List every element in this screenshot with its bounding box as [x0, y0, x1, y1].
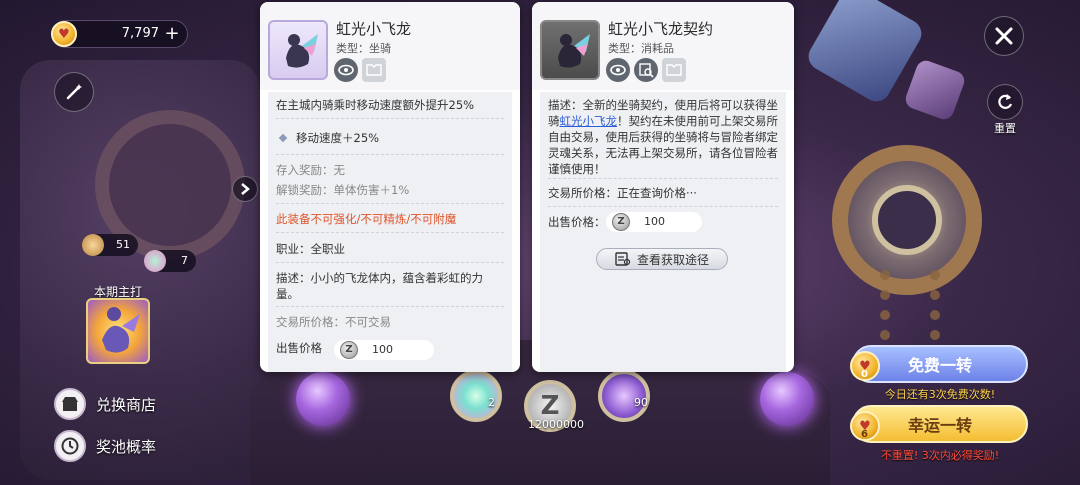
exchange-shop-button[interactable]: 兑换商店: [54, 386, 156, 422]
divider: [276, 306, 504, 307]
featured-reward-card[interactable]: [86, 298, 150, 364]
stat-row: 移动速度＋25%: [276, 130, 504, 146]
divider: [276, 232, 504, 233]
orb-decoration: [296, 372, 350, 426]
z-coin-icon: Z: [612, 213, 630, 231]
item-description: 描述：全新的坐骑契约，使用后将可以获得坐骑虹光小飞龙！契约在未使用前可上架交易所…: [548, 98, 778, 176]
ticket-icon: [82, 234, 104, 256]
reward-count: 2: [488, 396, 495, 409]
view-source-label: 查看获取途径: [636, 252, 709, 267]
exchange-shop-label: 兑换商店: [96, 395, 157, 414]
reset-button[interactable]: [987, 84, 1023, 120]
wardrobe-icon[interactable]: [362, 58, 386, 82]
clock-icon: [54, 430, 86, 462]
refresh-icon: [998, 94, 1013, 109]
item-description: 描述：小小的飞龙体内，蕴含着彩虹的力量。: [276, 271, 483, 301]
view-source-button[interactable]: 查看获取途径: [596, 248, 728, 270]
cat-coin-icon: ♥: [51, 21, 77, 47]
enhance-warning: 此装备不可强化/不可精炼/不可附魔: [276, 212, 457, 226]
z-coin-icon: Z: [340, 341, 358, 359]
chevron-right-icon: [241, 183, 250, 195]
pool-probability-button[interactable]: 奖池概率: [54, 428, 156, 464]
close-icon: [995, 27, 1013, 45]
orb-decoration: [760, 372, 814, 426]
badge-b: 7: [144, 250, 196, 272]
tooltip-header: 虹光小飞龙契约 类型：消耗品: [532, 2, 794, 90]
free-spin-button[interactable]: ♥ 0 免费一转: [850, 345, 1028, 383]
divider: [276, 154, 504, 155]
lucky-spin-count: 6: [861, 429, 868, 440]
mount-link[interactable]: 虹光小飞龙: [560, 114, 618, 128]
free-spin-label: 免费一转: [907, 356, 972, 375]
pool-probability-label: 奖池概率: [96, 437, 157, 456]
sell-price-field: Z 100: [606, 212, 702, 232]
purple-crystal-decoration: [902, 57, 968, 123]
unlock-reward: 解锁奖励：单体伤害＋1%: [276, 183, 410, 197]
close-button[interactable]: [984, 16, 1024, 56]
wardrobe-icon[interactable]: [662, 58, 686, 82]
magic-wand-button[interactable]: [54, 72, 94, 112]
item-type: 类型：消耗品: [608, 42, 674, 55]
deposit-reward: 存入奖励：无: [276, 163, 345, 177]
reward-count: 12000000: [528, 418, 584, 431]
trade-price: 交易所价格：正在查询价格···: [548, 186, 697, 200]
item-name: 虹光小飞龙: [336, 20, 412, 38]
effect-description: 在主城内骑乘时移动速度额外提升25%: [276, 98, 475, 112]
badge-a: 51: [82, 234, 138, 256]
item-name: 虹光小飞龙契约: [608, 20, 714, 38]
item-tooltip-contract: 虹光小飞龙契约 类型：消耗品 描述：全新的坐骑契约，使用后将可以获得坐骑虹光小飞…: [532, 2, 794, 372]
shop-icon: [54, 388, 86, 420]
eye-icon[interactable]: [606, 58, 630, 82]
dragon-mount-icon: [268, 20, 328, 80]
divider: [276, 118, 504, 119]
divider: [276, 203, 504, 204]
reset-label: 重置: [994, 122, 1016, 135]
item-tooltip-mount: 虹光小飞龙 类型：坐骑 在主城内骑乘时移动速度额外提升25% 移动速度＋25% …: [260, 2, 520, 372]
add-currency-button[interactable]: +: [162, 24, 182, 44]
divider: [548, 206, 778, 207]
divider: [276, 262, 504, 263]
reward-count: 90: [634, 396, 648, 409]
magic-wand-icon: [66, 84, 82, 100]
sell-price-field: Z 100: [334, 340, 434, 360]
next-arrow-button[interactable]: [232, 176, 258, 202]
currency-bar: ♥ 7,797 +: [51, 20, 188, 48]
free-spin-hint: 今日还有3次免费次数!: [884, 388, 996, 401]
diamond-bullet-icon: [278, 133, 288, 143]
trade-price: 交易所价格：不可交易: [276, 315, 391, 329]
source-list-icon: [615, 252, 631, 266]
job-requirement: 职业：全职业: [276, 242, 345, 256]
tooltip-body: 在主城内骑乘时移动速度额外提升25% 移动速度＋25% 存入奖励：无 解锁奖励：…: [268, 92, 512, 372]
rainbow-orb-icon: [144, 250, 166, 272]
tooltip-body: 描述：全新的坐骑契约，使用后将可以获得坐骑虹光小飞龙！契约在未使用前可上架交易所…: [540, 92, 786, 372]
currency-value: 7,797: [121, 26, 159, 41]
tooltip-header: 虹光小飞龙 类型：坐骑: [260, 2, 520, 90]
wheel-center: [872, 185, 942, 255]
dragon-icon: [102, 307, 140, 353]
lucky-spin-label: 幸运一转: [907, 416, 972, 435]
lucky-spin-button[interactable]: ♥ 6 幸运一转: [850, 405, 1028, 443]
dragon-contract-icon: [540, 20, 600, 80]
divider: [548, 178, 778, 179]
free-spin-count: 0: [861, 369, 868, 380]
item-type: 类型：坐骑: [336, 42, 391, 55]
eye-icon[interactable]: [334, 58, 358, 82]
search-detail-icon[interactable]: [634, 58, 658, 82]
lucky-spin-hint: 不重置! 3次内必得奖励!: [880, 449, 1000, 462]
